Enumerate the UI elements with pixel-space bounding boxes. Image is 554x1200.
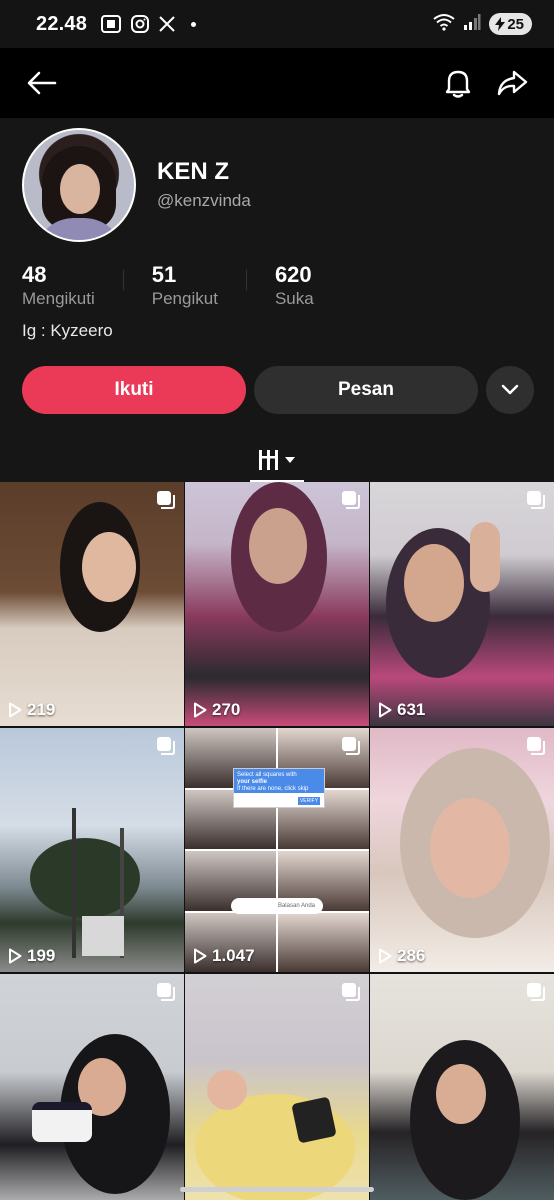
play-icon	[379, 702, 392, 718]
reply-pill: Balasan Anda	[231, 898, 323, 914]
multi-photo-icon	[342, 983, 360, 1001]
stat-followers[interactable]: 51 Pengikut	[152, 262, 218, 310]
status-time: 22.48	[36, 12, 88, 35]
battery-level: 25	[507, 15, 524, 33]
stat-following-value: 48	[22, 262, 47, 287]
notification-bell-button[interactable]	[436, 61, 480, 105]
view-count: 631	[378, 700, 425, 720]
status-bar: 22.48 25	[0, 0, 554, 48]
profile-stats: 48 Mengikuti 51 Pengikut 620 Suka	[22, 262, 314, 310]
profile-actions: Ikuti Pesan	[22, 366, 534, 414]
video-tile[interactable]: 219	[0, 482, 184, 726]
multi-photo-icon	[157, 737, 175, 755]
video-tile[interactable]: Select all squares with your selfie If t…	[185, 728, 369, 972]
grid-filter-icon	[259, 450, 295, 470]
view-count: 286	[378, 946, 425, 966]
battery-charging-icon	[495, 17, 506, 31]
share-button[interactable]	[490, 61, 534, 105]
video-tile[interactable]: 286	[370, 728, 554, 972]
collage-image	[185, 728, 369, 972]
play-icon	[194, 702, 207, 718]
follow-button[interactable]: Ikuti	[22, 366, 246, 414]
profile-handle: @kenzvinda	[157, 191, 251, 210]
stat-likes-value: 620	[274, 262, 312, 287]
stat-followers-label: Pengikut	[151, 289, 218, 308]
multi-photo-icon	[157, 983, 175, 1001]
profile-name: KEN Z	[157, 158, 229, 185]
bell-icon	[445, 70, 471, 98]
captcha-verify-label: VERIFY	[298, 796, 320, 805]
home-indicator[interactable]	[180, 1187, 374, 1192]
battery-indicator: 25	[489, 13, 532, 35]
top-nav	[0, 48, 554, 118]
content-tabs	[0, 440, 554, 482]
view-count-value: 219	[27, 700, 56, 719]
play-icon	[9, 702, 22, 718]
play-icon	[194, 948, 207, 964]
avatar[interactable]	[22, 128, 136, 242]
video-tile[interactable]	[185, 974, 369, 1200]
signal-icon	[463, 13, 481, 36]
multi-photo-icon	[342, 737, 360, 755]
message-button[interactable]: Pesan	[254, 366, 478, 414]
video-grid: 219 270 631 199 Select all squares with …	[0, 482, 554, 1200]
x-icon	[159, 16, 175, 32]
stat-likes-label: Suka	[274, 289, 314, 308]
view-count: 199	[8, 946, 55, 966]
view-count: 270	[193, 700, 240, 720]
chevron-down-icon	[501, 384, 519, 395]
captcha-bold: your selfie	[237, 779, 268, 785]
video-tile[interactable]: 199	[0, 728, 184, 972]
multi-photo-icon	[527, 491, 545, 509]
view-count: 1.047	[193, 946, 255, 966]
screenshot-icon	[101, 15, 122, 33]
wifi-icon	[433, 13, 455, 36]
share-icon	[497, 70, 528, 96]
more-suggestions-button[interactable]	[486, 366, 534, 414]
multi-photo-icon	[527, 737, 545, 755]
instagram-icon	[131, 15, 150, 33]
view-count-value: 1.047	[212, 946, 255, 965]
video-tile[interactable]	[0, 974, 184, 1200]
multi-photo-icon	[157, 491, 175, 509]
back-button[interactable]	[20, 61, 64, 105]
avatar-photo	[24, 130, 134, 240]
stat-divider	[245, 270, 247, 290]
video-tile[interactable]: 631	[370, 482, 554, 726]
video-tile[interactable]: 270	[185, 482, 369, 726]
profile-bio: Ig : Kyzeero	[22, 321, 113, 340]
view-count-value: 631	[397, 700, 426, 719]
notification-dot-icon	[191, 21, 197, 27]
play-icon	[9, 948, 22, 964]
stat-followers-value: 51	[151, 262, 177, 287]
captcha-sub: If there are none, click skip	[237, 786, 309, 792]
view-count-value: 199	[27, 946, 56, 965]
play-icon	[379, 948, 392, 964]
video-tile[interactable]	[370, 974, 554, 1200]
view-count-value: 270	[212, 700, 241, 719]
view-count: 219	[8, 700, 55, 720]
stat-following-label: Mengikuti	[22, 289, 95, 308]
multi-photo-icon	[527, 983, 545, 1001]
captcha-text: Select all squares with	[237, 772, 297, 778]
stat-divider	[122, 270, 124, 290]
back-arrow-icon	[27, 71, 57, 95]
captcha-overlay: Select all squares with your selfie If t…	[233, 768, 325, 808]
multi-photo-icon	[342, 491, 360, 509]
tab-videos[interactable]	[250, 440, 304, 482]
profile-header: KEN Z @kenzvinda 48 Mengikuti 51 Pengiku…	[0, 118, 554, 482]
stat-likes[interactable]: 620 Suka	[275, 262, 314, 310]
view-count-value: 286	[397, 946, 426, 965]
stat-following[interactable]: 48 Mengikuti	[22, 262, 95, 310]
